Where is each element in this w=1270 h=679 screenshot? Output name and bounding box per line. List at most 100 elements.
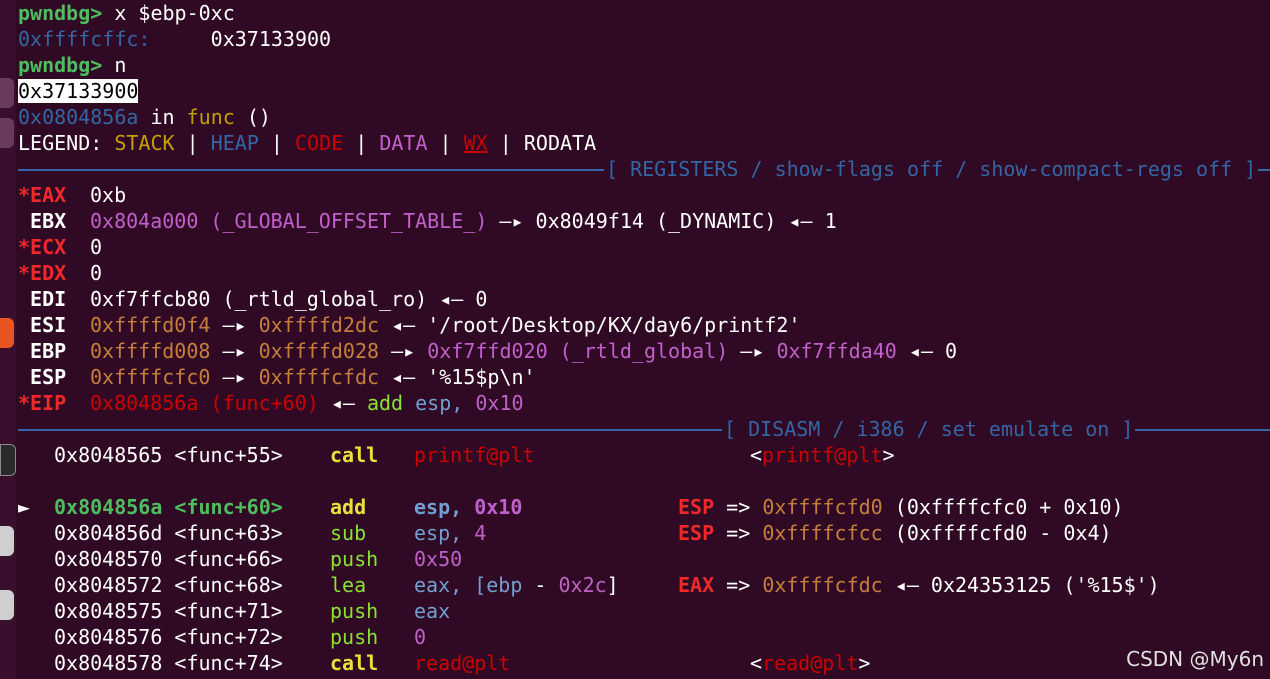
comment-expression: (0xffffcfd0 - 0x4) — [894, 521, 1112, 545]
register-name: EDX — [30, 261, 67, 285]
software-center-icon[interactable] — [0, 318, 14, 348]
register-name: EBP — [30, 339, 67, 363]
disasm-row: 0x8048578 <func+74> call read@plt <read@plt… — [18, 650, 1270, 676]
launcher-dock — [0, 0, 16, 679]
pointer-target: 0xffffd2dc — [258, 313, 380, 337]
register-name: EAX — [30, 183, 67, 207]
trash-icon[interactable] — [0, 590, 14, 620]
changed-marker: * — [18, 235, 31, 259]
instruction-symbol: <func+55> — [174, 443, 283, 467]
register-name: ESI — [30, 313, 67, 337]
register-value: 0xf7ffcb80 (_rtld_global_ro) — [90, 287, 428, 311]
help-icon[interactable] — [0, 526, 14, 556]
memory-address: 0xffffcffc: — [18, 27, 151, 51]
comment-arrow: => — [726, 573, 751, 597]
register-row-ebx: EBX 0x804a000 (_GLOBAL_OFFSET_TABLE_) —▸ … — [18, 208, 1270, 234]
instruction-symbol: <func+63> — [174, 521, 283, 545]
instruction-operand: 0 — [414, 625, 427, 649]
changed-marker: * — [18, 261, 31, 285]
instruction-address: 0x8048565 — [54, 443, 163, 467]
pointer-arrow: —▸ — [222, 313, 247, 337]
pointer-target: 1 — [824, 209, 837, 233]
changed-marker — [18, 209, 30, 233]
instruction-address: 0x804856d — [54, 521, 163, 545]
instruction-operand: esp, — [414, 495, 463, 519]
disasm-row: 0x804856d <func+63> sub esp, 4 ESP => 0xfff… — [18, 520, 1270, 546]
comment-arrow: => — [726, 495, 751, 519]
current-instruction-marker: ► — [18, 495, 31, 519]
instruction-symbol: <func+68> — [174, 573, 283, 597]
instruction-mnemonic: call — [330, 651, 379, 675]
instruction-operand: 0x50 — [414, 547, 463, 571]
disasm-row-gap — [18, 468, 1270, 494]
pointer-target: 0xffffd028 — [258, 339, 380, 363]
changed-marker: * — [18, 391, 31, 415]
command-text: x $ebp-0xc — [114, 1, 235, 25]
disasm-row: 0x8048575 <func+71> push eax — [18, 598, 1270, 624]
register-name: ESP — [30, 365, 67, 389]
terminal-output[interactable]: pwndbg> x $ebp-0xc 0xffffcffc: 0x3713390… — [18, 0, 1270, 676]
location-function: func — [186, 105, 235, 129]
legend-separator: | — [439, 131, 452, 155]
command-line: pwndbg> n — [18, 52, 1270, 78]
instruction-operand: 0x10 — [474, 495, 523, 519]
instruction-symbol: <func+60> — [174, 495, 283, 519]
comment-bracket: < — [750, 651, 763, 675]
register-value: 0xb — [90, 183, 127, 207]
legend-wx: WX — [463, 131, 488, 155]
comment-bracket: > — [858, 651, 871, 675]
terminal-icon[interactable] — [0, 444, 16, 476]
instruction-operand: eax — [414, 599, 451, 623]
pointer-target: '/root/Desktop/KX/day6/printf2' — [427, 313, 801, 337]
location-parens: () — [246, 105, 271, 129]
register-row-ebp: EBP 0xffffd008 —▸ 0xffffd028 —▸ 0xf7ffd02… — [18, 338, 1270, 364]
comment-target: read@plt — [762, 651, 859, 675]
disasm-row-current: ► 0x804856a <func+60> add esp, 0x10 ESP => 0… — [18, 494, 1270, 520]
pointer-arrow: ◂— — [788, 209, 813, 233]
app-launcher-icon[interactable] — [0, 78, 14, 108]
command-text: n — [114, 53, 127, 77]
legend-stack: STACK — [114, 131, 175, 155]
disasm-row: 0x8048572 <func+68> lea eax, [ebp - 0x2c] E… — [18, 572, 1270, 598]
pointer-target: '%15$p\n' — [427, 365, 536, 389]
disasm-row: 0x8048576 <func+72> push 0 — [18, 624, 1270, 650]
pointer-arrow: ◂— — [894, 573, 919, 597]
memory-value: 0x37133900 — [210, 27, 332, 51]
pointer-target: 0xf7ffd020 (_rtld_global) — [427, 339, 729, 363]
instruction-symbol: <func+72> — [174, 625, 283, 649]
instruction-operand: esp, — [414, 521, 463, 545]
instruction-mnemonic: sub — [330, 521, 367, 545]
pointer-arrow: —▸ — [391, 339, 416, 363]
instruction-operand: read@plt — [414, 651, 511, 675]
pointer-target: 0 — [945, 339, 958, 363]
pointer-arrow: —▸ — [740, 339, 765, 363]
comment-value: 0xffffcfcc — [762, 521, 883, 545]
instruction-mnemonic: add — [330, 495, 367, 519]
register-row-esi: ESI 0xffffd0f4 —▸ 0xffffd2dc ◂— '/root/De… — [18, 312, 1270, 338]
changed-marker — [18, 313, 30, 337]
instruction-operand: esp, — [415, 391, 464, 415]
instruction-operand: ] — [606, 573, 619, 597]
register-row-eax: *EAX 0xb — [18, 182, 1270, 208]
legend-line: LEGEND: STACK | HEAP | CODE | DATA | WX … — [18, 130, 1270, 156]
register-name: EIP — [30, 391, 67, 415]
comment-value: 0xffffcfdc — [762, 573, 883, 597]
location-in: in — [150, 105, 175, 129]
location-address: 0x0804856a — [18, 105, 139, 129]
pointer-target: 0xf7ffda40 — [776, 339, 897, 363]
comment-value: 0xffffcfd0 — [762, 495, 883, 519]
register-value: 0 — [90, 235, 103, 259]
pointer-arrow: —▸ — [222, 365, 247, 389]
changed-marker: * — [18, 183, 31, 207]
comment-register: ESP — [678, 521, 715, 545]
watermark: CSDN @My6n — [1126, 647, 1264, 671]
instruction-symbol: <func+71> — [174, 599, 283, 623]
instruction-mnemonic: push — [330, 599, 379, 623]
registers-separator: [ REGISTERS / show-flags off / show-comp… — [18, 156, 1270, 182]
instruction-address: 0x8048578 — [54, 651, 163, 675]
comment-expression: (0xffffcfc0 + 0x10) — [894, 495, 1124, 519]
app-launcher-icon[interactable] — [0, 118, 14, 148]
legend-separator: | — [499, 131, 512, 155]
register-name: EBX — [30, 209, 67, 233]
comment-bracket: > — [882, 443, 895, 467]
